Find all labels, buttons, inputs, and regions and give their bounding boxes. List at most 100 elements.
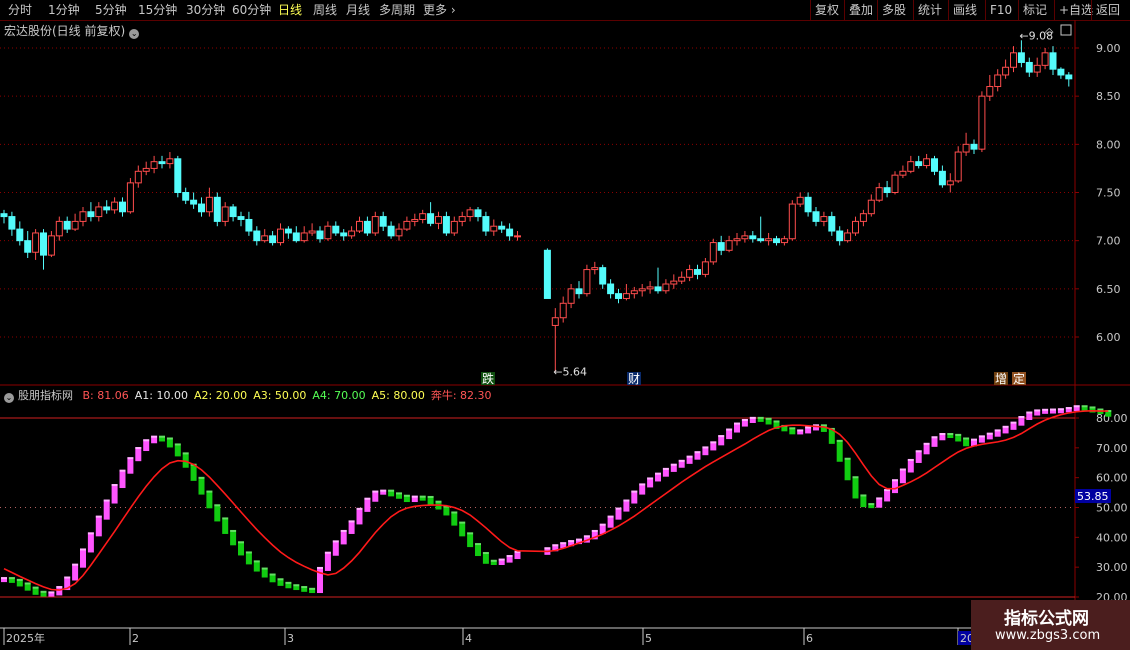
indicator-bar-cap — [623, 499, 630, 502]
indicator-bar-cap — [544, 547, 551, 550]
indicator-bar-cap — [95, 515, 102, 518]
candle-body — [229, 206, 237, 218]
candle-body — [47, 235, 55, 256]
candle-body — [749, 235, 757, 240]
indicator-bar-cap — [87, 532, 94, 535]
indicator-bar — [230, 529, 237, 546]
candle-body — [567, 288, 575, 304]
candle-body — [387, 225, 395, 237]
indicator-bar-cap — [662, 467, 669, 470]
candle-body — [466, 209, 474, 218]
candle-body — [348, 230, 356, 237]
candle-body — [395, 228, 403, 237]
indicator-bar-cap — [245, 551, 252, 554]
candle-body — [646, 286, 654, 290]
candle-body — [670, 280, 678, 285]
watermark-title: 指标公式网 — [1004, 609, 1089, 629]
indicator-bar-cap — [978, 435, 985, 438]
indicator-bar-cap — [482, 552, 489, 555]
indicator-bar — [844, 457, 851, 481]
candle-body — [1049, 52, 1057, 70]
indicator-bar-cap — [923, 442, 930, 445]
indicator-bar-cap — [639, 483, 646, 486]
indicator-bar-cap — [844, 457, 851, 460]
indicator-bar — [852, 476, 859, 499]
candle-body — [678, 276, 686, 282]
indicator-bar-cap — [230, 529, 237, 532]
indicator-bar-cap — [868, 503, 875, 506]
candle-body — [134, 170, 142, 184]
indicator-bar-cap — [994, 429, 1001, 432]
indicator-bar-cap — [182, 452, 189, 455]
diamond-icon: ◇ — [1045, 25, 1054, 38]
indicator-bar-cap — [1034, 409, 1041, 412]
candle-body — [474, 209, 482, 218]
indicator-bar-cap — [1, 577, 7, 580]
indicator-bar-cap — [678, 459, 685, 462]
candle-body — [938, 170, 946, 186]
indicator-bar-cap — [963, 437, 970, 440]
candle-body — [733, 238, 741, 242]
indicator-bar-cap — [80, 548, 86, 551]
indicator-bar-cap — [583, 535, 590, 538]
indicator-bar-cap — [222, 517, 229, 520]
candle-body — [591, 267, 599, 271]
candle-body — [662, 283, 670, 292]
candle-body — [709, 242, 717, 263]
indicator-bar-cap — [16, 578, 23, 581]
candle-body — [836, 230, 844, 242]
indicator-bar-cap — [971, 438, 977, 441]
indicator-bar-cap — [301, 586, 308, 589]
indicator-bar-cap — [1065, 407, 1072, 410]
candle-body — [119, 201, 126, 213]
candle-body — [970, 143, 978, 150]
indicator-bar — [214, 504, 221, 522]
indicator-bar-cap — [860, 494, 867, 497]
candle-body — [71, 220, 79, 230]
indicator-bar-cap — [955, 433, 962, 436]
candle-body — [765, 238, 773, 242]
indicator-bar-cap — [765, 417, 772, 420]
indicator-bar-cap — [560, 542, 567, 545]
indicator-bar-cap — [403, 494, 410, 497]
candle-body — [954, 151, 962, 182]
panel-toggle-icon — [1060, 24, 1072, 36]
indicator-bar — [836, 439, 843, 462]
candle-body — [607, 283, 615, 295]
indicator-bar-cap — [348, 520, 355, 523]
candle-body — [741, 235, 749, 240]
candle-body — [490, 225, 498, 232]
indicator-bar-cap — [32, 586, 39, 589]
candle-body — [923, 158, 931, 167]
indicator-bar-cap — [568, 540, 575, 543]
candle-body — [174, 158, 182, 194]
indicator-bar — [119, 469, 126, 489]
candle-body — [1017, 52, 1025, 63]
indicator-bar-cap — [591, 529, 598, 532]
indicator-bar-cap — [1002, 425, 1009, 428]
indicator-bar-cap — [1057, 408, 1064, 411]
candle-body — [79, 211, 87, 222]
candle-body — [907, 161, 915, 172]
price-tick-label: 6.00 — [1096, 331, 1121, 344]
candle-body — [498, 225, 506, 230]
candle-body — [324, 225, 332, 240]
candle-body — [757, 238, 765, 242]
candle-body — [638, 288, 646, 292]
event-tag: 财 — [628, 372, 640, 386]
indicator-bar-cap — [1010, 421, 1017, 424]
indicator-bar — [238, 541, 244, 556]
candle-body — [32, 232, 40, 253]
kline-chart[interactable]: 9.008.508.007.507.006.506.00←9.08←5.64◇跌… — [0, 0, 1130, 650]
indicator-bar-cap — [552, 544, 559, 547]
price-tick-label: 8.00 — [1096, 138, 1121, 151]
indicator-bar — [87, 532, 94, 553]
indicator-bar-cap — [24, 582, 31, 585]
indicator-bar-cap — [111, 484, 118, 487]
event-tag: 定 — [1013, 371, 1025, 386]
indicator-bar-cap — [174, 443, 181, 446]
indicator-bar-cap — [607, 515, 614, 518]
indicator-bar-cap — [1026, 411, 1033, 414]
candle-body — [701, 261, 709, 275]
indicator-bar-cap — [1089, 406, 1096, 409]
